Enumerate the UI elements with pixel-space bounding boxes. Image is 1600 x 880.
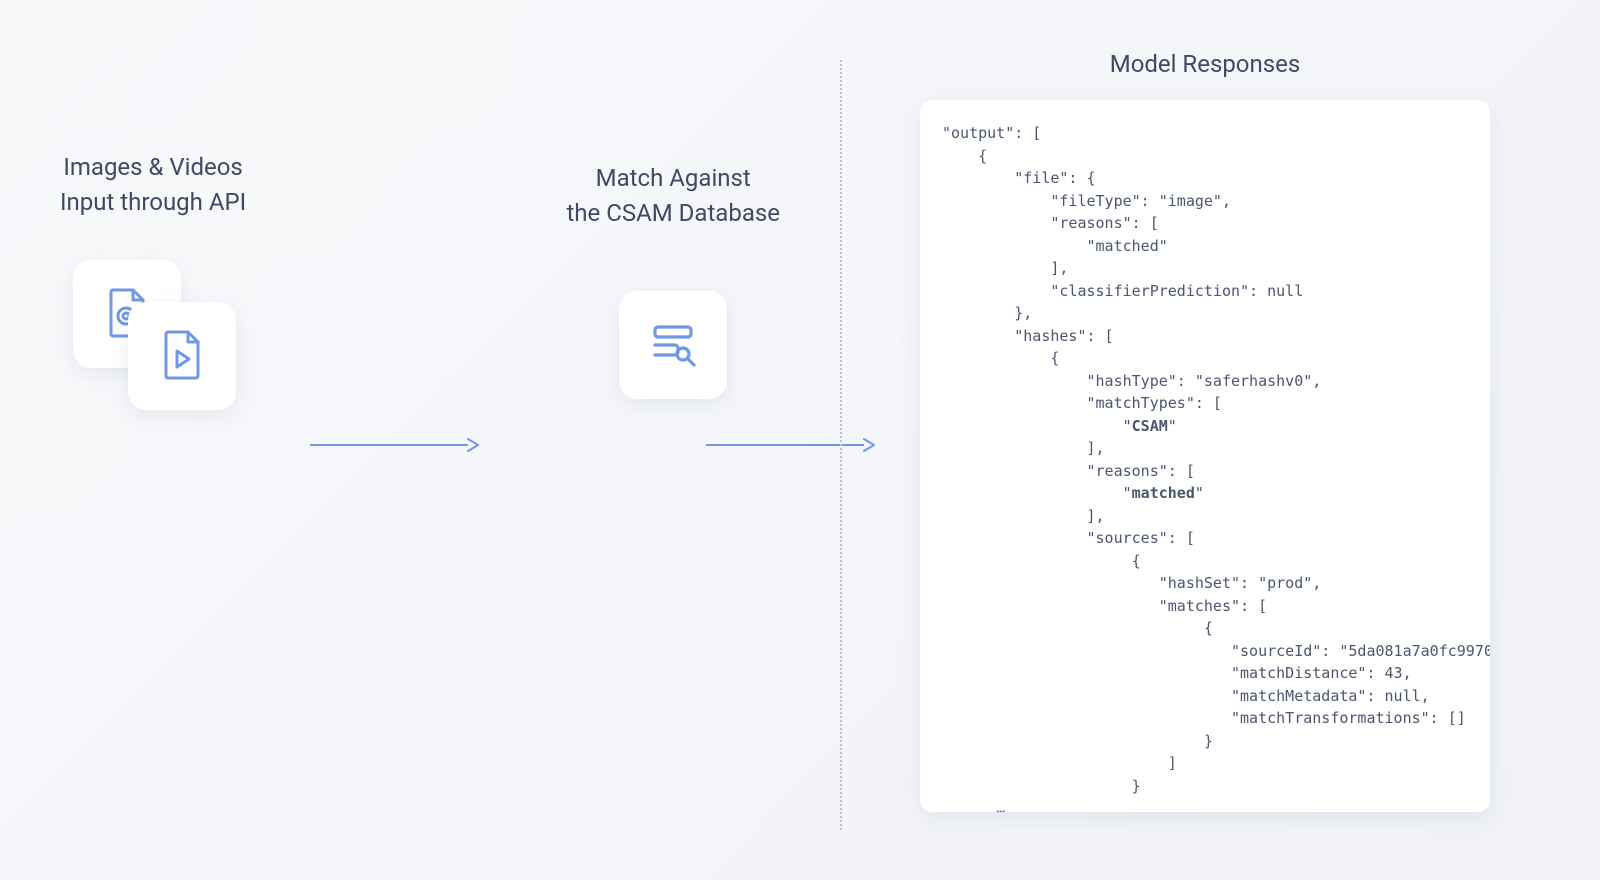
json-line: "output": [ <box>942 124 1041 142</box>
response-title: Model Responses <box>930 50 1480 78</box>
json-line: { <box>942 619 1213 637</box>
json-bold-matched: matched <box>1132 484 1195 502</box>
json-line: "hashType": "saferhashv0", <box>942 372 1321 390</box>
video-file-icon <box>154 326 210 386</box>
json-line: "matchTransformations": [] <box>942 709 1466 727</box>
video-file-card <box>128 302 236 410</box>
json-line: ], <box>942 439 1105 457</box>
media-cards <box>73 260 233 410</box>
json-line: "matches": [ <box>942 597 1267 615</box>
json-line: ], <box>942 507 1105 525</box>
step-input-label-line2: Input through API <box>60 185 246 220</box>
step-match-label-line2: the CSAM Database <box>566 196 780 231</box>
json-line: "fileType": "image", <box>942 192 1231 210</box>
step-input: Images & Videos Input through API <box>60 150 246 410</box>
json-line: "matched" <box>942 237 1168 255</box>
json-line: "sourceId": "5da081a7a0fc9970df359384134… <box>942 642 1490 660</box>
json-line: }, <box>942 304 1032 322</box>
json-line: { <box>942 349 1059 367</box>
json-line: { <box>942 552 1141 570</box>
json-line: "reasons": [ <box>942 214 1159 232</box>
json-line: … <box>942 799 1005 812</box>
json-bold-csam: CSAM <box>1132 417 1168 435</box>
json-line: "matchDistance": 43, <box>942 664 1412 682</box>
json-line: "classifierPrediction": null <box>942 282 1303 300</box>
pipeline-row: Images & Videos Input through API <box>60 150 780 410</box>
json-line: "file": { <box>942 169 1096 187</box>
json-line: "matchTypes": [ <box>942 394 1222 412</box>
database-card <box>619 291 727 399</box>
json-line: "CSAM" <box>942 417 1177 435</box>
json-line: ], <box>942 259 1068 277</box>
json-line: "sources": [ <box>942 529 1195 547</box>
arrow-2 <box>706 438 876 452</box>
json-line: { <box>942 147 987 165</box>
json-line: "hashSet": "prod", <box>942 574 1321 592</box>
step-match-label: Match Against the CSAM Database <box>566 161 780 231</box>
arrow-1 <box>310 438 480 452</box>
json-line: "matched" <box>942 484 1204 502</box>
json-line: "reasons": [ <box>942 462 1195 480</box>
json-line: ] <box>942 754 1177 772</box>
json-response-panel: "output": [ { "file": { "fileType": "ima… <box>920 100 1490 812</box>
json-line: "matchMetadata": null, <box>942 687 1430 705</box>
step-match-label-line1: Match Against <box>566 161 780 196</box>
step-input-label-line1: Images & Videos <box>60 150 246 185</box>
json-line: } <box>942 777 1141 795</box>
step-input-label: Images & Videos Input through API <box>60 150 246 220</box>
json-line: "hashes": [ <box>942 327 1114 345</box>
section-divider <box>840 60 842 830</box>
json-line: } <box>942 732 1213 750</box>
step-match: Match Against the CSAM Database <box>566 161 780 399</box>
database-search-icon <box>645 315 701 375</box>
